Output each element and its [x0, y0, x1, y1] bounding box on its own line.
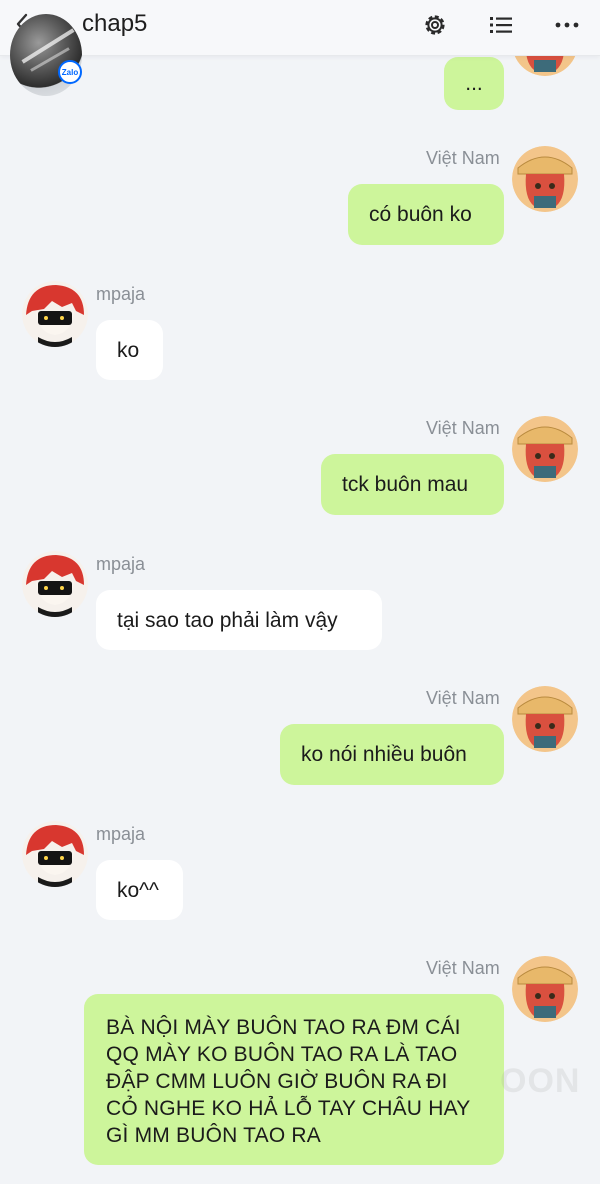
gear-icon [425, 15, 445, 35]
message-bubble-outgoing[interactable]: có buôn ko [348, 184, 504, 245]
message-bubble-incoming[interactable]: ko^^ [96, 860, 183, 920]
message-bubble-outgoing[interactable]: tck buôn mau [321, 454, 504, 515]
message-text: có buôn ko [369, 203, 472, 226]
message-bubble-incoming[interactable]: tại sao tao phải làm vậy [96, 590, 382, 650]
message-text: ko^^ [117, 878, 159, 902]
chat-header: chap5 [0, 0, 600, 56]
message-text: ko nói nhiều buôn [301, 743, 467, 766]
message-bubble-outgoing[interactable]: ko nói nhiều buôn [280, 724, 504, 785]
viet-nam-avatar-image [512, 956, 578, 1022]
avatar-viet-nam[interactable] [512, 686, 578, 752]
viet-nam-avatar-image [512, 416, 578, 482]
sender-name: Việt Nam [426, 148, 500, 168]
avatar-viet-nam[interactable] [512, 146, 578, 212]
avatar-viet-nam[interactable] [512, 416, 578, 482]
message-text-line: CỎ NGHE KO HẢ LỖ TAY CHÂU HAY [106, 1097, 471, 1120]
sender-name: Việt Nam [426, 958, 500, 978]
sender-name: Việt Nam [426, 688, 500, 708]
mpaja-avatar-image [22, 281, 88, 347]
viet-nam-avatar-image [512, 686, 578, 752]
message-text-line: BÀ NỘI MÀY BUÔN TAO RA ĐM CÁI [106, 1016, 461, 1039]
avatar-mpaja[interactable] [22, 551, 88, 617]
zalo-badge: Zalo [58, 60, 82, 84]
message-text: ko [117, 338, 140, 362]
message-text: tck buôn mau [342, 473, 469, 496]
more-options-button[interactable] [552, 10, 582, 40]
viet-nam-avatar-image [512, 146, 578, 212]
sender-name: mpaja [96, 554, 146, 574]
message-text-line: ĐẬP CMM LUÔN GIỜ BUÔN RA ĐI [106, 1070, 448, 1093]
sender-name: mpaja [96, 284, 146, 304]
message-text-line: QQ MÀY KO BUÔN TAO RA LÀ TAO [106, 1043, 458, 1066]
message-text: ... [465, 72, 483, 95]
message-bubble-outgoing[interactable]: BÀ NỘI MÀY BUÔN TAO RA ĐM CÁI QQ MÀY KO … [84, 994, 504, 1165]
message-bubble-outgoing[interactable]: ... [444, 57, 504, 110]
avatar-mpaja[interactable] [22, 281, 88, 347]
settings-button[interactable] [420, 10, 450, 40]
message-text: tại sao tao phải làm vậy [117, 608, 338, 632]
message-bubble-incoming[interactable]: ko [96, 320, 163, 380]
watermark: OON [500, 1062, 581, 1100]
avatar-mpaja[interactable] [22, 821, 88, 887]
mpaja-avatar-image [22, 821, 88, 887]
menu-list-button[interactable] [486, 10, 516, 40]
message-text-line: GÌ MM BUÔN TAO RA [106, 1124, 321, 1147]
more-icon [555, 22, 579, 28]
mpaja-avatar-image [22, 551, 88, 617]
avatar-viet-nam[interactable] [512, 956, 578, 1022]
sender-name: Việt Nam [426, 418, 500, 438]
list-icon [490, 17, 512, 33]
chat-title[interactable]: chap5 [82, 10, 147, 38]
sender-name: mpaja [96, 824, 146, 844]
